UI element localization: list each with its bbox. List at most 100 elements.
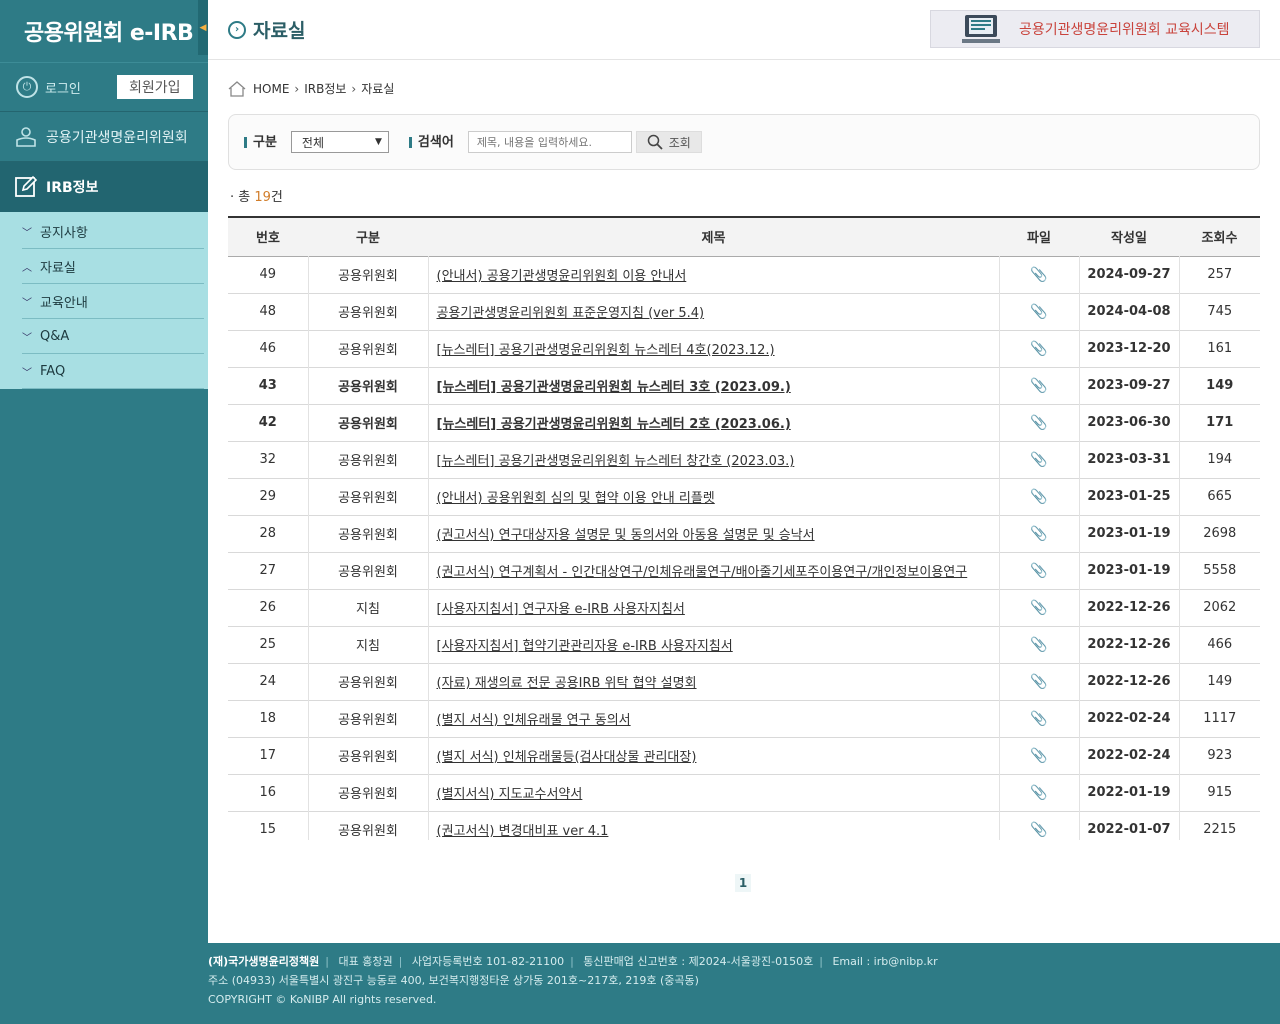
chevron-right-circle-icon: › xyxy=(228,20,246,39)
row-title-link[interactable]: [뉴스레터] 공용기관생명윤리위원회 뉴스레터 4호(2023.12.) xyxy=(437,343,775,358)
row-title-link[interactable]: (권고서식) 변경대비표 ver 4.1 xyxy=(437,824,609,839)
search-panel: 구분 전체 ▼ 검색어 조회 xyxy=(228,114,1260,170)
row-file-cell: 📎 xyxy=(998,478,1079,515)
header-no: 번호 xyxy=(256,231,280,247)
paperclip-icon[interactable]: 📎 xyxy=(1030,785,1047,801)
keyword-input[interactable] xyxy=(467,131,632,153)
row-views: 915 xyxy=(1178,774,1260,811)
paperclip-icon[interactable]: 📎 xyxy=(1030,674,1047,690)
home-icon[interactable] xyxy=(228,80,246,97)
row-title-link[interactable]: (안내서) 공용위원회 심의 및 협약 이용 안내 리플렛 xyxy=(437,491,715,506)
table-row[interactable]: 29 공용위원회 (안내서) 공용위원회 심의 및 협약 이용 안내 리플렛 📎 202… xyxy=(228,478,1260,515)
row-title-cell: [뉴스레터] 공용기관생명윤리위원회 뉴스레터 창간호 (2023.03.) xyxy=(427,441,999,478)
row-title-link[interactable]: [사용자지침서] 연구자용 e-IRB 사용자지침서 xyxy=(437,602,685,617)
menu-committee[interactable]: 공용기관생명윤리위원회 xyxy=(0,112,208,162)
row-date: 2022-12-26 xyxy=(1078,626,1179,663)
table-row[interactable]: 26 지침 [사용자지침서] 연구자용 e-IRB 사용자지침서 📎 2022-12-2… xyxy=(228,589,1260,626)
row-title-link[interactable]: (별지 서식) 인체유래물 연구 동의서 xyxy=(437,713,631,728)
row-date: 2022-02-24 xyxy=(1078,700,1179,737)
row-title-link[interactable]: [사용자지침서] 협약기관관리자용 e-IRB 사용자지침서 xyxy=(437,639,733,654)
submenu-faq[interactable]: ﹀ FAQ xyxy=(22,354,204,389)
row-date: 2024-04-08 xyxy=(1078,293,1179,330)
row-file-cell: 📎 xyxy=(998,293,1079,330)
table-row[interactable]: 42 공용위원회 [뉴스레터] 공용기관생명윤리위원회 뉴스레터 2호 (2023.… xyxy=(228,404,1260,441)
row-category: 공용위원회 xyxy=(307,737,428,774)
row-title-link[interactable]: (자료) 재생의료 전문 공용IRB 위탁 협약 설명회 xyxy=(437,676,697,691)
row-title-cell: (별지 서식) 인체유래물 연구 동의서 xyxy=(427,700,999,737)
breadcrumb-home[interactable]: HOME xyxy=(253,82,289,96)
table-row[interactable]: 28 공용위원회 (권고서식) 연구대상자용 설명문 및 동의서와 아동용 설명문 … xyxy=(228,515,1260,552)
paperclip-icon[interactable]: 📎 xyxy=(1030,304,1047,320)
paperclip-icon[interactable]: 📎 xyxy=(1030,415,1047,431)
table-row[interactable]: 25 지침 [사용자지침서] 협약기관관리자용 e-IRB 사용자지침서 📎 2022-… xyxy=(228,626,1260,663)
row-title-link[interactable]: (권고서식) 연구대상자용 설명문 및 동의서와 아동용 설명문 및 승낙서 xyxy=(437,528,815,543)
paperclip-icon[interactable]: 📎 xyxy=(1030,563,1047,579)
row-category: 공용위원회 xyxy=(307,330,428,367)
table-row[interactable]: 16 공용위원회 (별지서식) 지도교수서약서 📎 2022-01-19 915 xyxy=(228,774,1260,811)
submenu-education[interactable]: ﹀ 교육안내 xyxy=(22,284,204,319)
submenu-qna[interactable]: ﹀ Q&A xyxy=(22,319,204,354)
footer-address: 주소 (04933) 서울특별시 광진구 능동로 400, 보건복지행정타운 상… xyxy=(208,974,699,987)
education-system-banner[interactable]: 공용기관생명윤리위원회 교육시스템 xyxy=(930,10,1260,48)
submenu-notice[interactable]: ﹀ 공지사항 xyxy=(22,214,204,249)
row-title-link[interactable]: 공용기관생명윤리위원회 표준운영지침 (ver 5.4) xyxy=(437,306,705,321)
paperclip-icon[interactable]: 📎 xyxy=(1030,600,1047,616)
table-row[interactable]: 15 공용위원회 (권고서식) 변경대비표 ver 4.1 📎 2022-01-07 22… xyxy=(228,811,1260,840)
paperclip-icon[interactable]: 📎 xyxy=(1030,378,1047,394)
login-link[interactable]: 로그인 xyxy=(45,78,109,97)
table-row[interactable]: 24 공용위원회 (자료) 재생의료 전문 공용IRB 위탁 협약 설명회 📎 2022… xyxy=(228,663,1260,700)
search-button-label: 조회 xyxy=(668,135,691,150)
row-title-link[interactable]: (별지 서식) 인체유래물등(검사대상물 관리대장) xyxy=(437,750,697,765)
row-title-link[interactable]: (별지서식) 지도교수서약서 xyxy=(437,787,583,802)
paperclip-icon[interactable]: 📎 xyxy=(1030,637,1047,653)
row-date: 2022-02-24 xyxy=(1078,737,1179,774)
row-views: 149 xyxy=(1178,367,1260,404)
row-no: 46 xyxy=(259,341,277,356)
row-file-cell: 📎 xyxy=(998,552,1079,589)
table-row[interactable]: 43 공용위원회 [뉴스레터] 공용기관생명윤리위원회 뉴스레터 3호 (2023.… xyxy=(228,367,1260,404)
breadcrumb: HOME › IRB정보 › 자료실 xyxy=(228,80,394,97)
signup-button[interactable]: 회원가입 xyxy=(117,75,193,99)
row-category: 지침 xyxy=(307,589,428,626)
row-title-link[interactable]: [뉴스레터] 공용기관생명윤리위원회 뉴스레터 3호 (2023.09.) xyxy=(437,380,791,395)
row-no: 48 xyxy=(259,304,277,319)
paperclip-icon[interactable]: 📎 xyxy=(1030,711,1047,727)
table-row[interactable]: 18 공용위원회 (별지 서식) 인체유래물 연구 동의서 📎 2022-02-24 11… xyxy=(228,700,1260,737)
row-title-link[interactable]: [뉴스레터] 공용기관생명윤리위원회 뉴스레터 창간호 (2023.03.) xyxy=(437,454,795,469)
paperclip-icon[interactable]: 📎 xyxy=(1030,526,1047,542)
row-title-link[interactable]: (권고서식) 연구계획서 - 인간대상연구/인체유래물연구/배아줄기세포주이용연… xyxy=(437,565,968,580)
table-row[interactable]: 17 공용위원회 (별지 서식) 인체유래물등(검사대상물 관리대장) 📎 2022-0… xyxy=(228,737,1260,774)
row-file-cell: 📎 xyxy=(998,256,1079,293)
row-views: 2698 xyxy=(1178,515,1260,552)
table-row[interactable]: 32 공용위원회 [뉴스레터] 공용기관생명윤리위원회 뉴스레터 창간호 (2023… xyxy=(228,441,1260,478)
paperclip-icon[interactable]: 📎 xyxy=(1030,452,1047,468)
row-date: 2022-01-19 xyxy=(1078,774,1179,811)
submenu-archive[interactable]: ︿ 자료실 xyxy=(22,249,204,284)
row-title-link[interactable]: (안내서) 공용기관생명윤리위원회 이용 안내서 xyxy=(437,269,687,284)
table-row[interactable]: 49 공용위원회 (안내서) 공용기관생명윤리위원회 이용 안내서 📎 2024-09-… xyxy=(228,256,1260,293)
breadcrumb-irb[interactable]: IRB정보 xyxy=(304,80,346,97)
sidebar-collapse-toggle[interactable]: ◀ xyxy=(198,0,208,55)
row-title-cell: 공용기관생명윤리위원회 표준운영지침 (ver 5.4) xyxy=(427,293,999,330)
site-logo[interactable]: 공용위원회 e-IRB xyxy=(0,0,208,62)
chevron-up-icon: ︿ xyxy=(22,262,32,274)
table-row[interactable]: 46 공용위원회 [뉴스레터] 공용기관생명윤리위원회 뉴스레터 4호(2023.1… xyxy=(228,330,1260,367)
row-date: 2023-01-19 xyxy=(1078,552,1179,589)
row-title-link[interactable]: [뉴스레터] 공용기관생명윤리위원회 뉴스레터 2호 (2023.06.) xyxy=(437,417,791,432)
paperclip-icon[interactable]: 📎 xyxy=(1030,489,1047,505)
paperclip-icon[interactable]: 📎 xyxy=(1030,822,1047,838)
paperclip-icon[interactable]: 📎 xyxy=(1030,341,1047,357)
category-select[interactable]: 전체 ▼ xyxy=(290,131,389,153)
table-row[interactable]: 27 공용위원회 (권고서식) 연구계획서 - 인간대상연구/인체유래물연구/배아줄… xyxy=(228,552,1260,589)
page-number-current[interactable]: 1 xyxy=(735,874,751,892)
footer: (재)국가생명윤리정책원 | 대표 홍창권 | 사업자등록번호 101-82-211… xyxy=(208,952,1280,1009)
paperclip-icon[interactable]: 📎 xyxy=(1030,748,1047,764)
search-icon xyxy=(647,134,663,150)
search-button[interactable]: 조회 xyxy=(635,131,702,153)
paperclip-icon[interactable]: 📎 xyxy=(1030,267,1047,283)
row-file-cell: 📎 xyxy=(998,626,1079,663)
row-title-cell: [뉴스레터] 공용기관생명윤리위원회 뉴스레터 3호 (2023.09.) xyxy=(427,367,999,404)
row-file-cell: 📎 xyxy=(998,330,1079,367)
table-row[interactable]: 48 공용위원회 공용기관생명윤리위원회 표준운영지침 (ver 5.4) 📎 2024… xyxy=(228,293,1260,330)
menu-irb-info[interactable]: IRB정보 xyxy=(0,162,208,212)
